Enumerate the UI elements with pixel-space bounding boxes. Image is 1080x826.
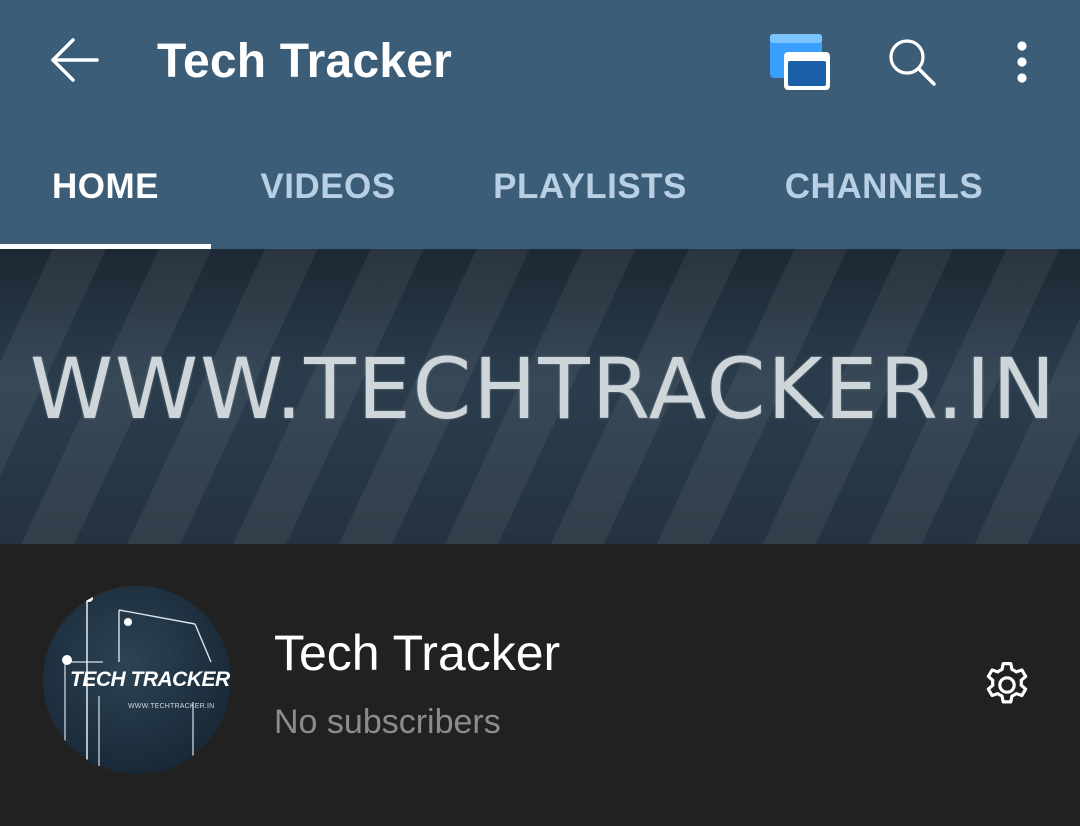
settings-button[interactable] <box>972 650 1042 720</box>
gear-icon <box>986 662 1028 704</box>
miniplayer-button[interactable] <box>764 28 836 96</box>
search-button[interactable] <box>876 26 948 98</box>
channel-page: Tech Tracker HOME VIDEOS PLAYLISTS CHANN… <box>0 0 1080 826</box>
back-button[interactable] <box>36 24 114 96</box>
more-vertical-icon <box>1017 41 1027 83</box>
avatar-url-text: WWW.TECHTRACKER.IN <box>128 703 215 710</box>
more-options-button[interactable] <box>996 26 1048 98</box>
page-title: Tech Tracker <box>157 35 453 88</box>
search-icon <box>889 39 936 86</box>
picture-in-picture-icon <box>770 34 830 90</box>
arrow-left-icon <box>51 38 99 82</box>
subscriber-count: No subscribers <box>274 703 501 741</box>
avatar-logo-text: TECH TRACKER <box>70 668 230 691</box>
tab-videos[interactable]: VIDEOS <box>230 125 426 249</box>
tab-channels[interactable]: CHANNELS <box>760 125 1008 249</box>
tab-home[interactable]: HOME <box>0 125 211 249</box>
banner-text: WWW.TECHTRACKER.IN <box>30 340 1058 438</box>
channel-tabs: HOME VIDEOS PLAYLISTS CHANNELS <box>0 125 1080 249</box>
app-bar: Tech Tracker <box>0 0 1080 125</box>
tab-playlists[interactable]: PLAYLISTS <box>468 125 712 249</box>
channel-name: Tech Tracker <box>274 625 561 681</box>
